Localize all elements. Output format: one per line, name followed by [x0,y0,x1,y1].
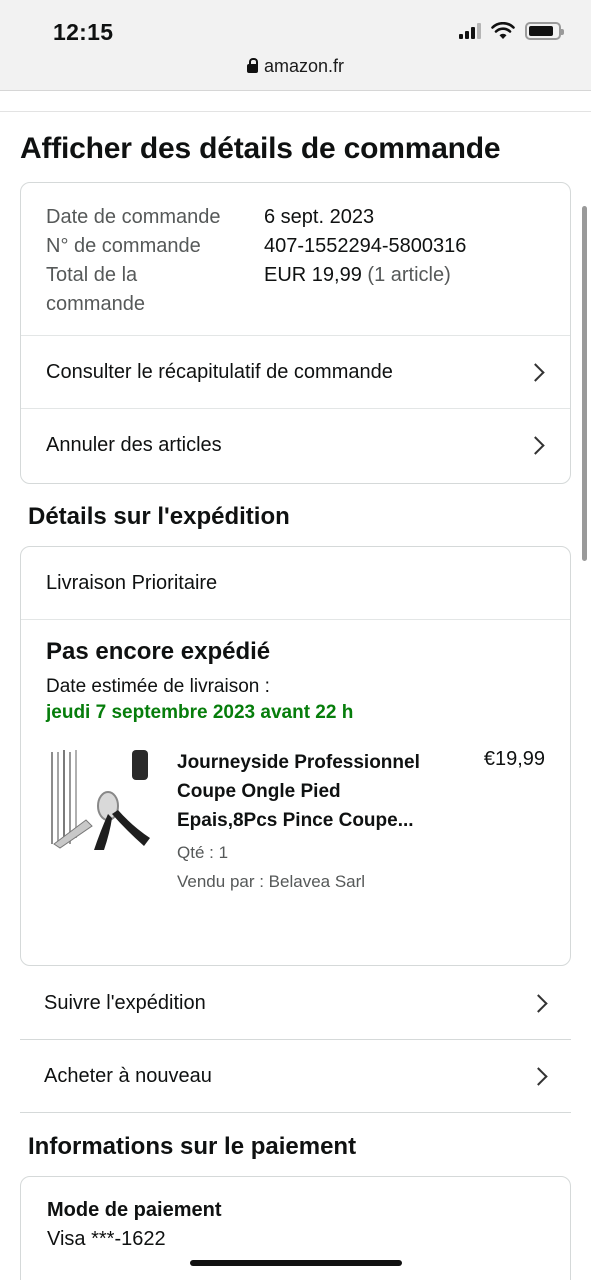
order-item: Journeyside Professionnel Coupe Ongle Pi… [46,748,545,893]
shipment-status: Pas encore expédié [46,638,271,665]
signal-icon [459,23,481,39]
track-shipment-link[interactable]: Suivre l'expédition [20,967,571,1040]
payment-method-value: Visa ***-1622 [47,1228,166,1250]
order-summary-card: Date de commande 6 sept. 2023 N° de comm… [20,182,571,484]
browser-top-bar: 12:15 amazon.fr [0,0,591,91]
order-total-label: Total de la commande [46,264,145,315]
page-title: Afficher des détails de commande [20,132,501,165]
shipment-card: Livraison Prioritaire Pas encore expédié… [20,546,571,966]
shipping-method: Livraison Prioritaire [21,547,570,620]
lock-icon [246,58,258,73]
recap-label: Consulter le récapitulatif de commande [46,360,393,383]
view-order-recap-link[interactable]: Consulter le récapitulatif de commande [21,336,570,409]
address-bar[interactable]: amazon.fr [0,56,591,77]
item-price: €19,99 [483,748,545,770]
payment-section-title: Informations sur le paiement [28,1133,357,1160]
payment-method-label: Mode de paiement [47,1199,222,1221]
chevron-right-icon [526,436,545,455]
buy-again-label: Acheter à nouveau [44,1064,212,1087]
system-icons [459,22,564,40]
product-image[interactable] [46,748,152,854]
shipping-section-title: Détails sur l'expédition [28,503,290,530]
order-summary: Date de commande 6 sept. 2023 N° de comm… [21,183,570,336]
item-title-link[interactable]: Journeyside Professionnel Coupe Ongle Pi… [177,748,422,835]
item-quantity: Qté : 1 [177,843,229,862]
order-total-value: EUR 19,99 (1 article) [264,264,451,286]
chevron-right-icon [526,362,545,382]
shipment-details: Pas encore expédié Date estimée de livra… [21,620,570,893]
payment-method: Mode de paiement Visa ***-1622 [21,1177,570,1273]
order-date-value: 6 sept. 2023 [264,206,375,228]
scrollbar[interactable] [582,206,587,561]
article-count: (1 article) [367,264,451,286]
status-time: 12:15 [53,19,114,45]
track-label: Suivre l'expédition [44,991,206,1014]
chevron-right-icon [529,1066,548,1086]
cancel-label: Annuler des articles [46,434,222,456]
item-info: Journeyside Professionnel Coupe Ongle Pi… [177,748,422,893]
top-strip [0,91,591,112]
order-date-label: Date de commande [46,206,221,228]
wifi-icon [491,22,515,39]
estimated-delivery-date: jeudi 7 septembre 2023 avant 22 h [46,702,354,723]
battery-icon [525,22,564,40]
chevron-right-icon [529,993,548,1013]
home-indicator[interactable] [190,1260,402,1266]
estimated-delivery-label: Date estimée de livraison : [46,676,270,697]
buy-again-link[interactable]: Acheter à nouveau [20,1040,571,1113]
url-text: amazon.fr [263,56,345,76]
order-number-label: N° de commande [46,235,201,257]
order-number-value: 407-1552294-5800316 [264,235,467,257]
cancel-items-link[interactable]: Annuler des articles [21,409,570,482]
item-seller: Vendu par : Belavea Sarl [177,872,366,891]
